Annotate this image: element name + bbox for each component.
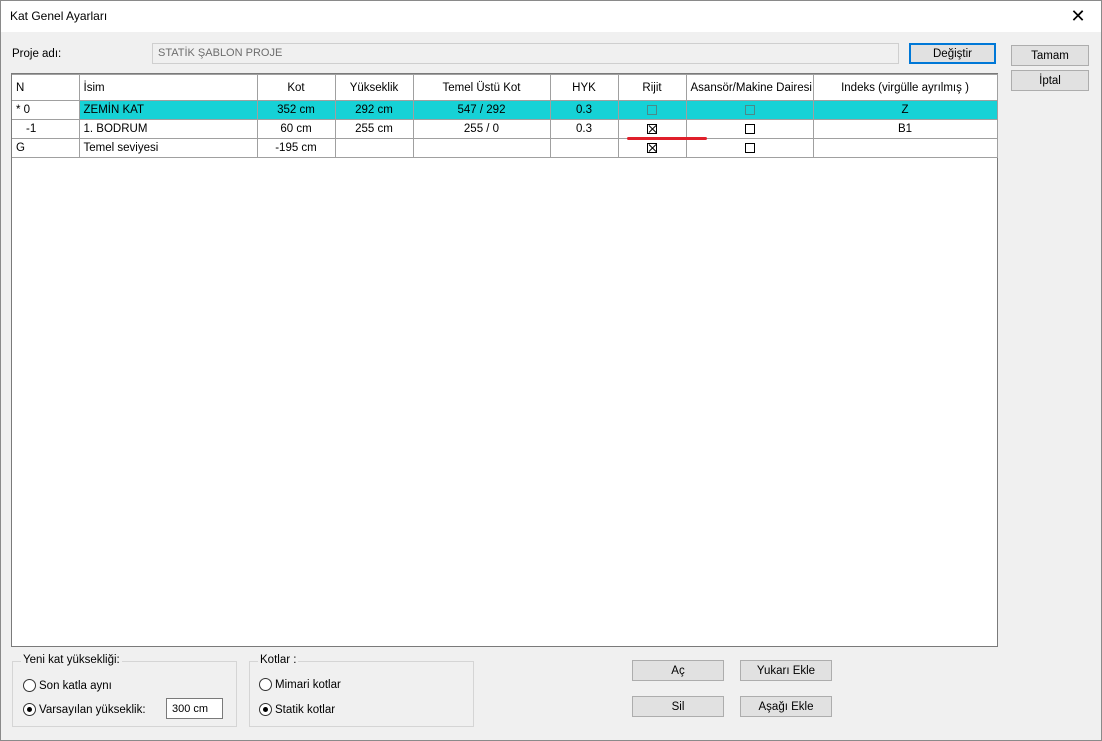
static-elevations-radio[interactable] [259, 703, 272, 716]
cell-elevator[interactable] [685, 100, 814, 120]
cell-foundation[interactable]: 547 / 292 [412, 100, 551, 120]
cell-rigid[interactable] [617, 138, 687, 158]
rigid-checkbox[interactable] [647, 123, 657, 134]
architectural-elevations-radio[interactable] [259, 678, 272, 691]
same-as-last-label[interactable]: Son katla aynı [39, 680, 112, 692]
column-header[interactable]: Asansör/Makine Dairesi [685, 74, 814, 101]
cell-foundation[interactable]: 255 / 0 [412, 119, 551, 139]
cell-name[interactable]: 1. BODRUM [78, 119, 258, 139]
table-row[interactable]: * 0 ZEMİN KAT 352 cm 292 cm 547 / 292 0.… [12, 100, 998, 120]
elevations-group: Kotlar : [249, 654, 474, 727]
project-name-label: Proje adı: [12, 48, 62, 60]
cell-n[interactable]: G [12, 138, 80, 158]
cell-hyk[interactable] [549, 138, 619, 158]
floor-grid[interactable]: N İsim Kot Yükseklik Temel Üstü Kot HYK … [11, 73, 998, 647]
cell-name[interactable]: ZEMİN KAT [78, 100, 258, 120]
cell-height[interactable]: 292 cm [334, 100, 414, 120]
default-height-label[interactable]: Varsayılan yükseklik: [39, 704, 146, 716]
open-button[interactable]: Aç [632, 660, 724, 681]
cell-foundation[interactable] [412, 138, 551, 158]
column-header[interactable]: Yükseklik [334, 74, 414, 101]
architectural-elevations-label[interactable]: Mimari kotlar [275, 679, 341, 691]
default-height-input[interactable]: 300 cm [166, 698, 223, 719]
cell-n[interactable]: * 0 [12, 100, 80, 120]
cell-hyk[interactable]: 0.3 [549, 119, 619, 139]
project-name-field: STATİK ŞABLON PROJE [152, 43, 899, 64]
cell-index[interactable]: B1 [812, 119, 998, 139]
static-elevations-label[interactable]: Statik kotlar [275, 704, 335, 716]
table-row[interactable]: G Temel seviyesi -195 cm [12, 138, 998, 158]
group-title: Kotlar : [258, 654, 299, 666]
cell-rigid[interactable] [617, 100, 687, 120]
column-header[interactable]: İsim [78, 74, 258, 101]
elevator-checkbox[interactable] [744, 104, 755, 115]
floor-table: N İsim Kot Yükseklik Temel Üstü Kot HYK … [12, 74, 998, 158]
cell-kot[interactable]: -195 cm [256, 138, 336, 158]
cell-kot[interactable]: 60 cm [256, 119, 336, 139]
cell-height[interactable] [334, 138, 414, 158]
delete-button[interactable]: Sil [632, 696, 724, 717]
cell-index[interactable] [812, 138, 998, 158]
default-height-radio[interactable] [23, 703, 36, 716]
window-title: Kat Genel Ayarları [10, 9, 108, 23]
cell-kot[interactable]: 352 cm [256, 100, 336, 120]
column-header[interactable]: N [12, 74, 80, 101]
group-title: Yeni kat yüksekliği: [21, 654, 122, 666]
cancel-button[interactable]: İptal [1011, 70, 1089, 91]
rigid-checkbox[interactable] [647, 142, 657, 153]
close-button[interactable]: ✕ [1055, 1, 1101, 32]
elevator-checkbox[interactable] [744, 142, 755, 153]
column-header[interactable]: HYK [549, 74, 619, 101]
elevator-checkbox[interactable] [744, 123, 755, 134]
ok-button[interactable]: Tamam [1011, 45, 1089, 66]
column-header[interactable]: Rijit [617, 74, 687, 101]
cell-index[interactable]: Z [812, 100, 998, 120]
table-row[interactable]: -1 1. BODRUM 60 cm 255 cm 255 / 0 0.3 B1 [12, 119, 998, 139]
rigid-checkbox[interactable] [647, 104, 657, 115]
column-header[interactable]: Temel Üstü Kot [412, 74, 551, 101]
title-bar: Kat Genel Ayarları ✕ [1, 1, 1101, 32]
change-button[interactable]: Değiştir [909, 43, 996, 64]
cell-elevator[interactable] [685, 119, 814, 139]
table-header-row: N İsim Kot Yükseklik Temel Üstü Kot HYK … [12, 74, 998, 101]
add-above-button[interactable]: Yukarı Ekle [740, 660, 832, 681]
dialog-window: Kat Genel Ayarları ✕ Proje adı: STATİK Ş… [0, 0, 1102, 741]
column-header[interactable]: Indeks (virgülle ayrılmış ) [812, 74, 998, 101]
cell-elevator[interactable] [685, 138, 814, 158]
cell-name[interactable]: Temel seviyesi [78, 138, 258, 158]
add-below-button[interactable]: Aşağı Ekle [740, 696, 832, 717]
cell-hyk[interactable]: 0.3 [549, 100, 619, 120]
close-icon: ✕ [1070, 6, 1086, 26]
cell-n[interactable]: -1 [12, 119, 80, 139]
same-as-last-radio[interactable] [23, 679, 36, 692]
cell-rigid[interactable] [617, 119, 687, 139]
cell-height[interactable]: 255 cm [334, 119, 414, 139]
annotation-underline [627, 137, 707, 140]
column-header[interactable]: Kot [256, 74, 336, 101]
